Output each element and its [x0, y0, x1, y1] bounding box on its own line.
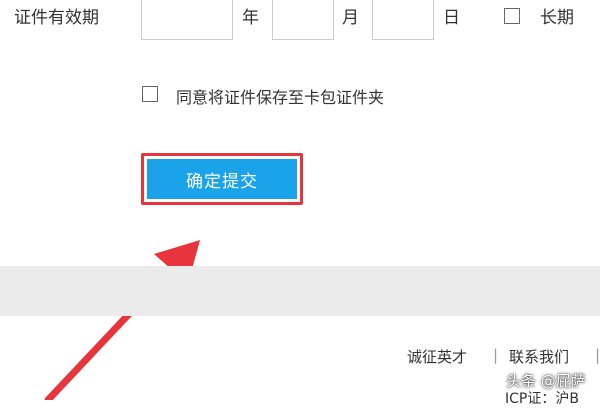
footer-separator: |	[493, 346, 499, 364]
footer-divider-band	[0, 266, 600, 316]
watermark: 头条 @屁萨	[506, 372, 586, 390]
icp-license: ICP证：沪B	[505, 391, 579, 407]
annotation-arrow-icon	[44, 240, 200, 400]
footer-link-contact[interactable]: 联系我们	[509, 346, 569, 367]
footer-link-careers[interactable]: 诚征英才	[407, 346, 467, 367]
footer-separator: |	[595, 346, 600, 364]
